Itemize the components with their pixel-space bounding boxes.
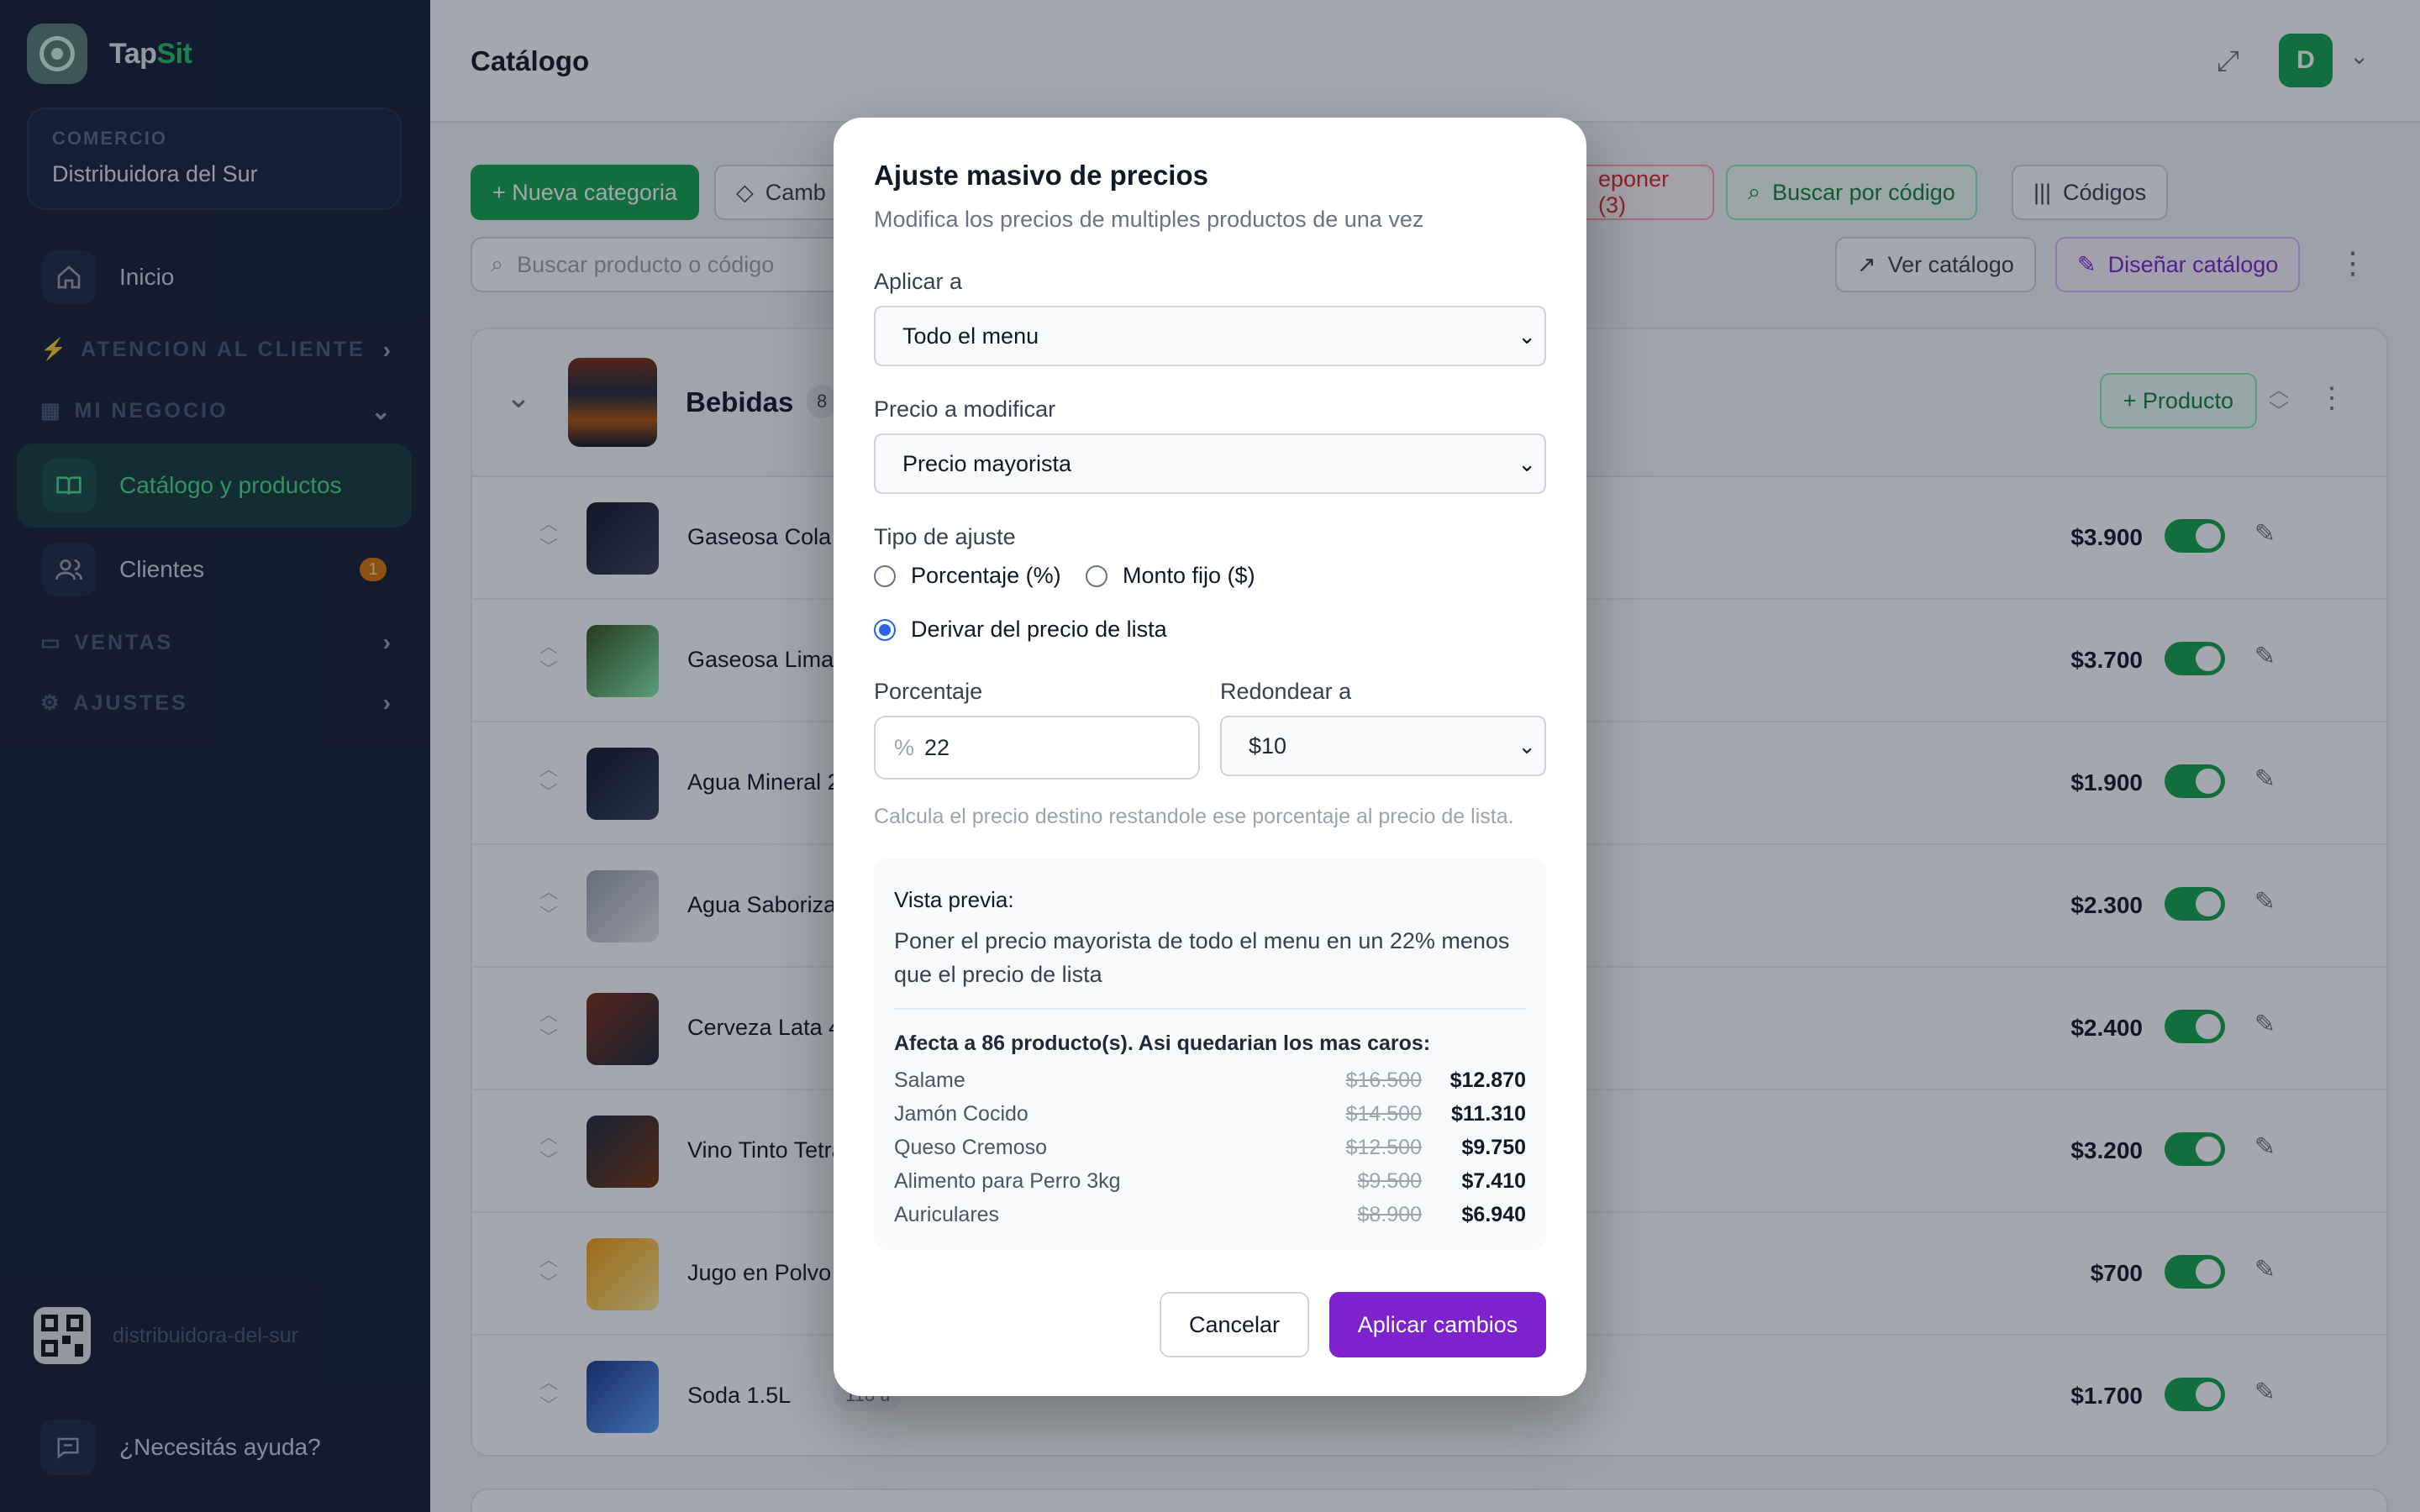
modal-title: Ajuste masivo de precios — [874, 160, 1208, 191]
bulk-price-modal: Ajuste masivo de precios Modifica los pr… — [834, 118, 1586, 1396]
percent-value: 22 — [924, 734, 950, 760]
chevron-down-icon: ⌄ — [1518, 323, 1536, 349]
old-price: $16.500 — [1345, 1068, 1422, 1092]
old-price: $8.900 — [1357, 1203, 1422, 1226]
percent-symbol: % — [894, 734, 915, 760]
preview-product-name: Salame — [894, 1068, 965, 1092]
percent-input[interactable]: % 22 — [874, 716, 1200, 780]
radio-derive[interactable]: Derivar del precio de lista — [874, 617, 1167, 643]
radio-fixed[interactable]: Monto fijo ($) — [1086, 563, 1255, 589]
percent-label: Porcentaje — [874, 679, 983, 704]
round-select[interactable]: $10 ⌄ — [1220, 716, 1546, 776]
affected-count: Afecta a 86 producto(s). Asi quedarian l… — [894, 1032, 1431, 1055]
preview-product-name: Jamón Cocido — [894, 1102, 1028, 1126]
cancel-button[interactable]: Cancelar — [1160, 1292, 1309, 1357]
radio-button[interactable] — [874, 618, 896, 641]
chevron-down-icon: ⌄ — [1518, 732, 1536, 759]
old-price: $9.500 — [1357, 1169, 1422, 1193]
price-field-select[interactable]: Precio mayorista ⌄ — [874, 433, 1546, 494]
preview-product-name: Queso Cremoso — [894, 1136, 1048, 1159]
preview-description: Poner el precio mayorista de todo el men… — [894, 928, 1510, 987]
preview-row: Queso Cremoso $12.500 $9.750 — [894, 1136, 1526, 1169]
modal-subtitle: Modifica los precios de multiples produc… — [874, 207, 1424, 232]
new-price: $6.940 — [1461, 1203, 1526, 1226]
adjust-hint: Calcula el precio destino restandole ese… — [874, 805, 1514, 828]
preview-title: Vista previa: — [894, 887, 1014, 912]
round-label: Redondear a — [1220, 679, 1352, 704]
divider — [894, 1008, 1526, 1010]
radio-button[interactable] — [1086, 564, 1107, 587]
radio-button[interactable] — [874, 564, 896, 587]
adjust-type-label: Tipo de ajuste — [874, 524, 1016, 549]
apply-changes-button[interactable]: Aplicar cambios — [1329, 1292, 1546, 1357]
chevron-down-icon: ⌄ — [1518, 450, 1536, 476]
old-price: $14.500 — [1345, 1102, 1422, 1126]
new-price: $12.870 — [1449, 1068, 1526, 1092]
new-price: $11.310 — [1451, 1102, 1526, 1126]
preview-product-name: Alimento para Perro 3kg — [894, 1169, 1121, 1193]
preview-row: Alimento para Perro 3kg $9.500 $7.410 — [894, 1169, 1526, 1203]
price-field-label: Precio a modificar — [874, 396, 1056, 422]
old-price: $12.500 — [1345, 1136, 1422, 1159]
radio-percent[interactable]: Porcentaje (%) — [874, 563, 1061, 589]
apply-to-label: Aplicar a — [874, 269, 963, 294]
new-price: $7.410 — [1461, 1169, 1526, 1193]
preview-row: Jamón Cocido $14.500 $11.310 — [894, 1102, 1526, 1136]
new-price: $9.750 — [1461, 1136, 1526, 1159]
preview-product-name: Auriculares — [894, 1203, 1000, 1226]
preview-row: Auriculares $8.900 $6.940 — [894, 1203, 1526, 1236]
preview-row: Salame $16.500 $12.870 — [894, 1068, 1526, 1102]
apply-to-select[interactable]: Todo el menu ⌄ — [874, 306, 1546, 366]
preview-box: Vista previa: Poner el precio mayorista … — [874, 858, 1546, 1250]
